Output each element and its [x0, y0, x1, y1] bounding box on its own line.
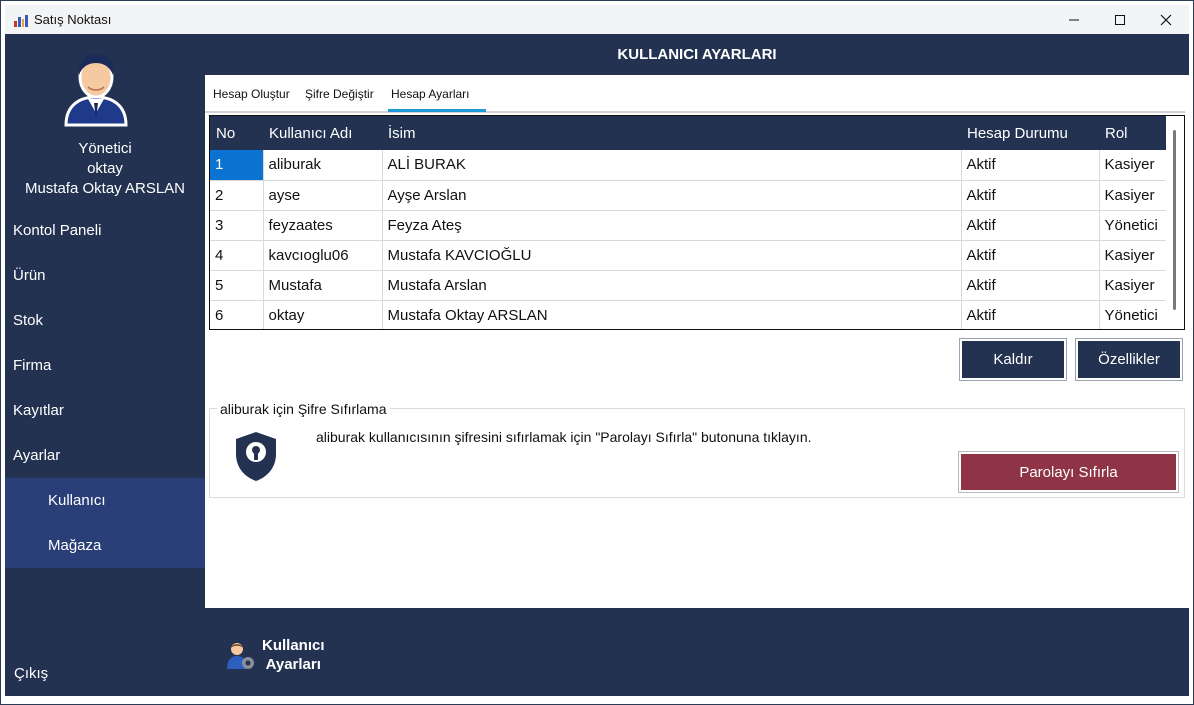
column-header-name[interactable]: İsim — [382, 116, 961, 150]
sidebar: Yönetici oktay Mustafa Oktay ARSLAN Kont… — [5, 34, 205, 696]
cell-role[interactable]: Kasiyer — [1099, 270, 1167, 301]
window-controls — [1051, 5, 1189, 34]
cell-username[interactable]: Mustafa — [263, 270, 383, 301]
table-row[interactable]: 5 Mustafa Mustafa Arslan Aktif Kasiyer — [210, 270, 1167, 301]
column-header-username[interactable]: Kullanıcı Adı — [263, 116, 382, 150]
cell-no[interactable]: 6 — [210, 300, 264, 329]
remove-button[interactable]: Kaldır — [959, 338, 1067, 381]
cell-status[interactable]: Aktif — [961, 210, 1100, 241]
sidebar-item-control-panel[interactable]: Kontol Paneli — [5, 208, 205, 253]
table-row[interactable]: 1 aliburak ALİ BURAK Aktif Kasiyer — [210, 150, 1167, 181]
table-row[interactable]: 4 kavcıoglu06 Mustafa KAVCIOĞLU Aktif Ka… — [210, 240, 1167, 271]
cell-role[interactable]: Yönetici — [1099, 300, 1167, 329]
cell-name[interactable]: Mustafa Oktay ARSLAN — [382, 300, 962, 329]
sidebar-item-stock[interactable]: Stok — [5, 298, 205, 343]
sidebar-item-settings[interactable]: Ayarlar — [5, 433, 205, 478]
user-role: Yönetici — [78, 140, 132, 157]
cell-no[interactable]: 1 — [210, 150, 264, 181]
page-title: KULLANICI AYARLARI — [205, 34, 1189, 75]
password-reset-legend: aliburak için Şifre Sıfırlama — [217, 401, 390, 417]
window-title: Satış Noktası — [34, 12, 112, 27]
cell-name[interactable]: ALİ BURAK — [382, 150, 962, 181]
cell-name[interactable]: Feyza Ateş — [382, 210, 962, 241]
maximize-button[interactable] — [1097, 5, 1143, 34]
title-bar: Satış Noktası — [5, 5, 1189, 34]
sidebar-item-product[interactable]: Ürün — [5, 253, 205, 298]
table-row[interactable]: 2 ayse Ayşe Arslan Aktif Kasiyer — [210, 180, 1167, 211]
column-header-no[interactable]: No — [210, 116, 263, 150]
cell-status[interactable]: Aktif — [961, 150, 1100, 181]
settings-submenu: Kullanıcı Mağaza — [5, 478, 205, 568]
minimize-icon — [1069, 19, 1079, 20]
active-tab-indicator — [388, 109, 486, 112]
cell-role[interactable]: Yönetici — [1099, 210, 1167, 241]
table-scrollbar[interactable] — [1166, 116, 1184, 329]
scrollbar-thumb[interactable] — [1173, 130, 1176, 310]
tab-create-account[interactable]: Hesap Oluştur — [213, 87, 290, 107]
table-header-row: No Kullanıcı Adı İsim Hesap Durumu Rol — [210, 116, 1166, 150]
sidebar-subitem-store[interactable]: Mağaza — [5, 523, 205, 568]
cell-status[interactable]: Aktif — [961, 240, 1100, 271]
table-row[interactable]: 6 oktay Mustafa Oktay ARSLAN Aktif Yönet… — [210, 300, 1167, 329]
maximize-icon — [1115, 14, 1125, 25]
tab-bar: Hesap Oluştur Şifre Değiştir Hesap Ayarl… — [205, 75, 1189, 112]
cell-username[interactable]: aliburak — [263, 150, 383, 181]
shield-keyhole-icon — [236, 432, 276, 481]
password-reset-message: aliburak kullanıcısının şifresini sıfırl… — [316, 429, 812, 445]
cell-no[interactable]: 2 — [210, 180, 264, 211]
users-table[interactable]: No Kullanıcı Adı İsim Hesap Durumu Rol 1… — [209, 115, 1185, 330]
close-button[interactable] — [1143, 5, 1189, 34]
column-header-status[interactable]: Hesap Durumu — [961, 116, 1099, 150]
column-header-role[interactable]: Rol — [1099, 116, 1166, 150]
table-row[interactable]: 3 feyzaates Feyza Ateş Aktif Yönetici — [210, 210, 1167, 241]
tab-account-settings[interactable]: Hesap Ayarları — [391, 87, 470, 107]
cell-status[interactable]: Aktif — [961, 300, 1100, 329]
cell-username[interactable]: feyzaates — [263, 210, 383, 241]
cell-no[interactable]: 4 — [210, 240, 264, 271]
cell-name[interactable]: Ayşe Arslan — [382, 180, 962, 211]
user-settings-icon — [227, 643, 254, 669]
cell-name[interactable]: Mustafa Arslan — [382, 270, 962, 301]
reset-password-button[interactable]: Parolayı Sıfırla — [958, 451, 1179, 493]
user-info: Yönetici oktay Mustafa Oktay ARSLAN — [5, 139, 205, 199]
cell-role[interactable]: Kasiyer — [1099, 180, 1167, 211]
footer-title-line2: Ayarları — [265, 656, 321, 673]
tab-divider — [205, 111, 1185, 113]
close-icon — [1160, 14, 1172, 25]
cell-name[interactable]: Mustafa KAVCIOĞLU — [382, 240, 962, 271]
footer-title: Kullanıcı Ayarları — [262, 636, 325, 674]
cell-username[interactable]: ayse — [263, 180, 383, 211]
cell-username[interactable]: kavcıoglu06 — [263, 240, 383, 271]
tab-change-password[interactable]: Şifre Değiştir — [305, 87, 374, 107]
sidebar-item-records[interactable]: Kayıtlar — [5, 388, 205, 433]
cell-status[interactable]: Aktif — [961, 180, 1100, 211]
app-chart-icon — [14, 13, 28, 27]
cell-status[interactable]: Aktif — [961, 270, 1100, 301]
cell-role[interactable]: Kasiyer — [1099, 150, 1167, 181]
user-full-name: Mustafa Oktay ARSLAN — [24, 180, 186, 197]
footer-bar: Kullanıcı Ayarları — [205, 608, 1189, 696]
cell-username[interactable]: oktay — [263, 300, 383, 329]
sidebar-subitem-user[interactable]: Kullanıcı — [5, 478, 205, 523]
minimize-button[interactable] — [1051, 5, 1097, 34]
sidebar-item-company[interactable]: Firma — [5, 343, 205, 388]
footer-title-line1: Kullanıcı — [262, 637, 325, 654]
cell-no[interactable]: 3 — [210, 210, 264, 241]
cell-no[interactable]: 5 — [210, 270, 264, 301]
user-username: oktay — [87, 160, 123, 177]
sidebar-item-exit[interactable]: Çıkış — [5, 651, 205, 696]
app-window: Satış Noktası Yönetici oktay Mustafa Okt… — [0, 0, 1194, 705]
properties-button[interactable]: Özellikler — [1075, 338, 1183, 381]
user-avatar-icon — [64, 53, 128, 127]
cell-role[interactable]: Kasiyer — [1099, 240, 1167, 271]
